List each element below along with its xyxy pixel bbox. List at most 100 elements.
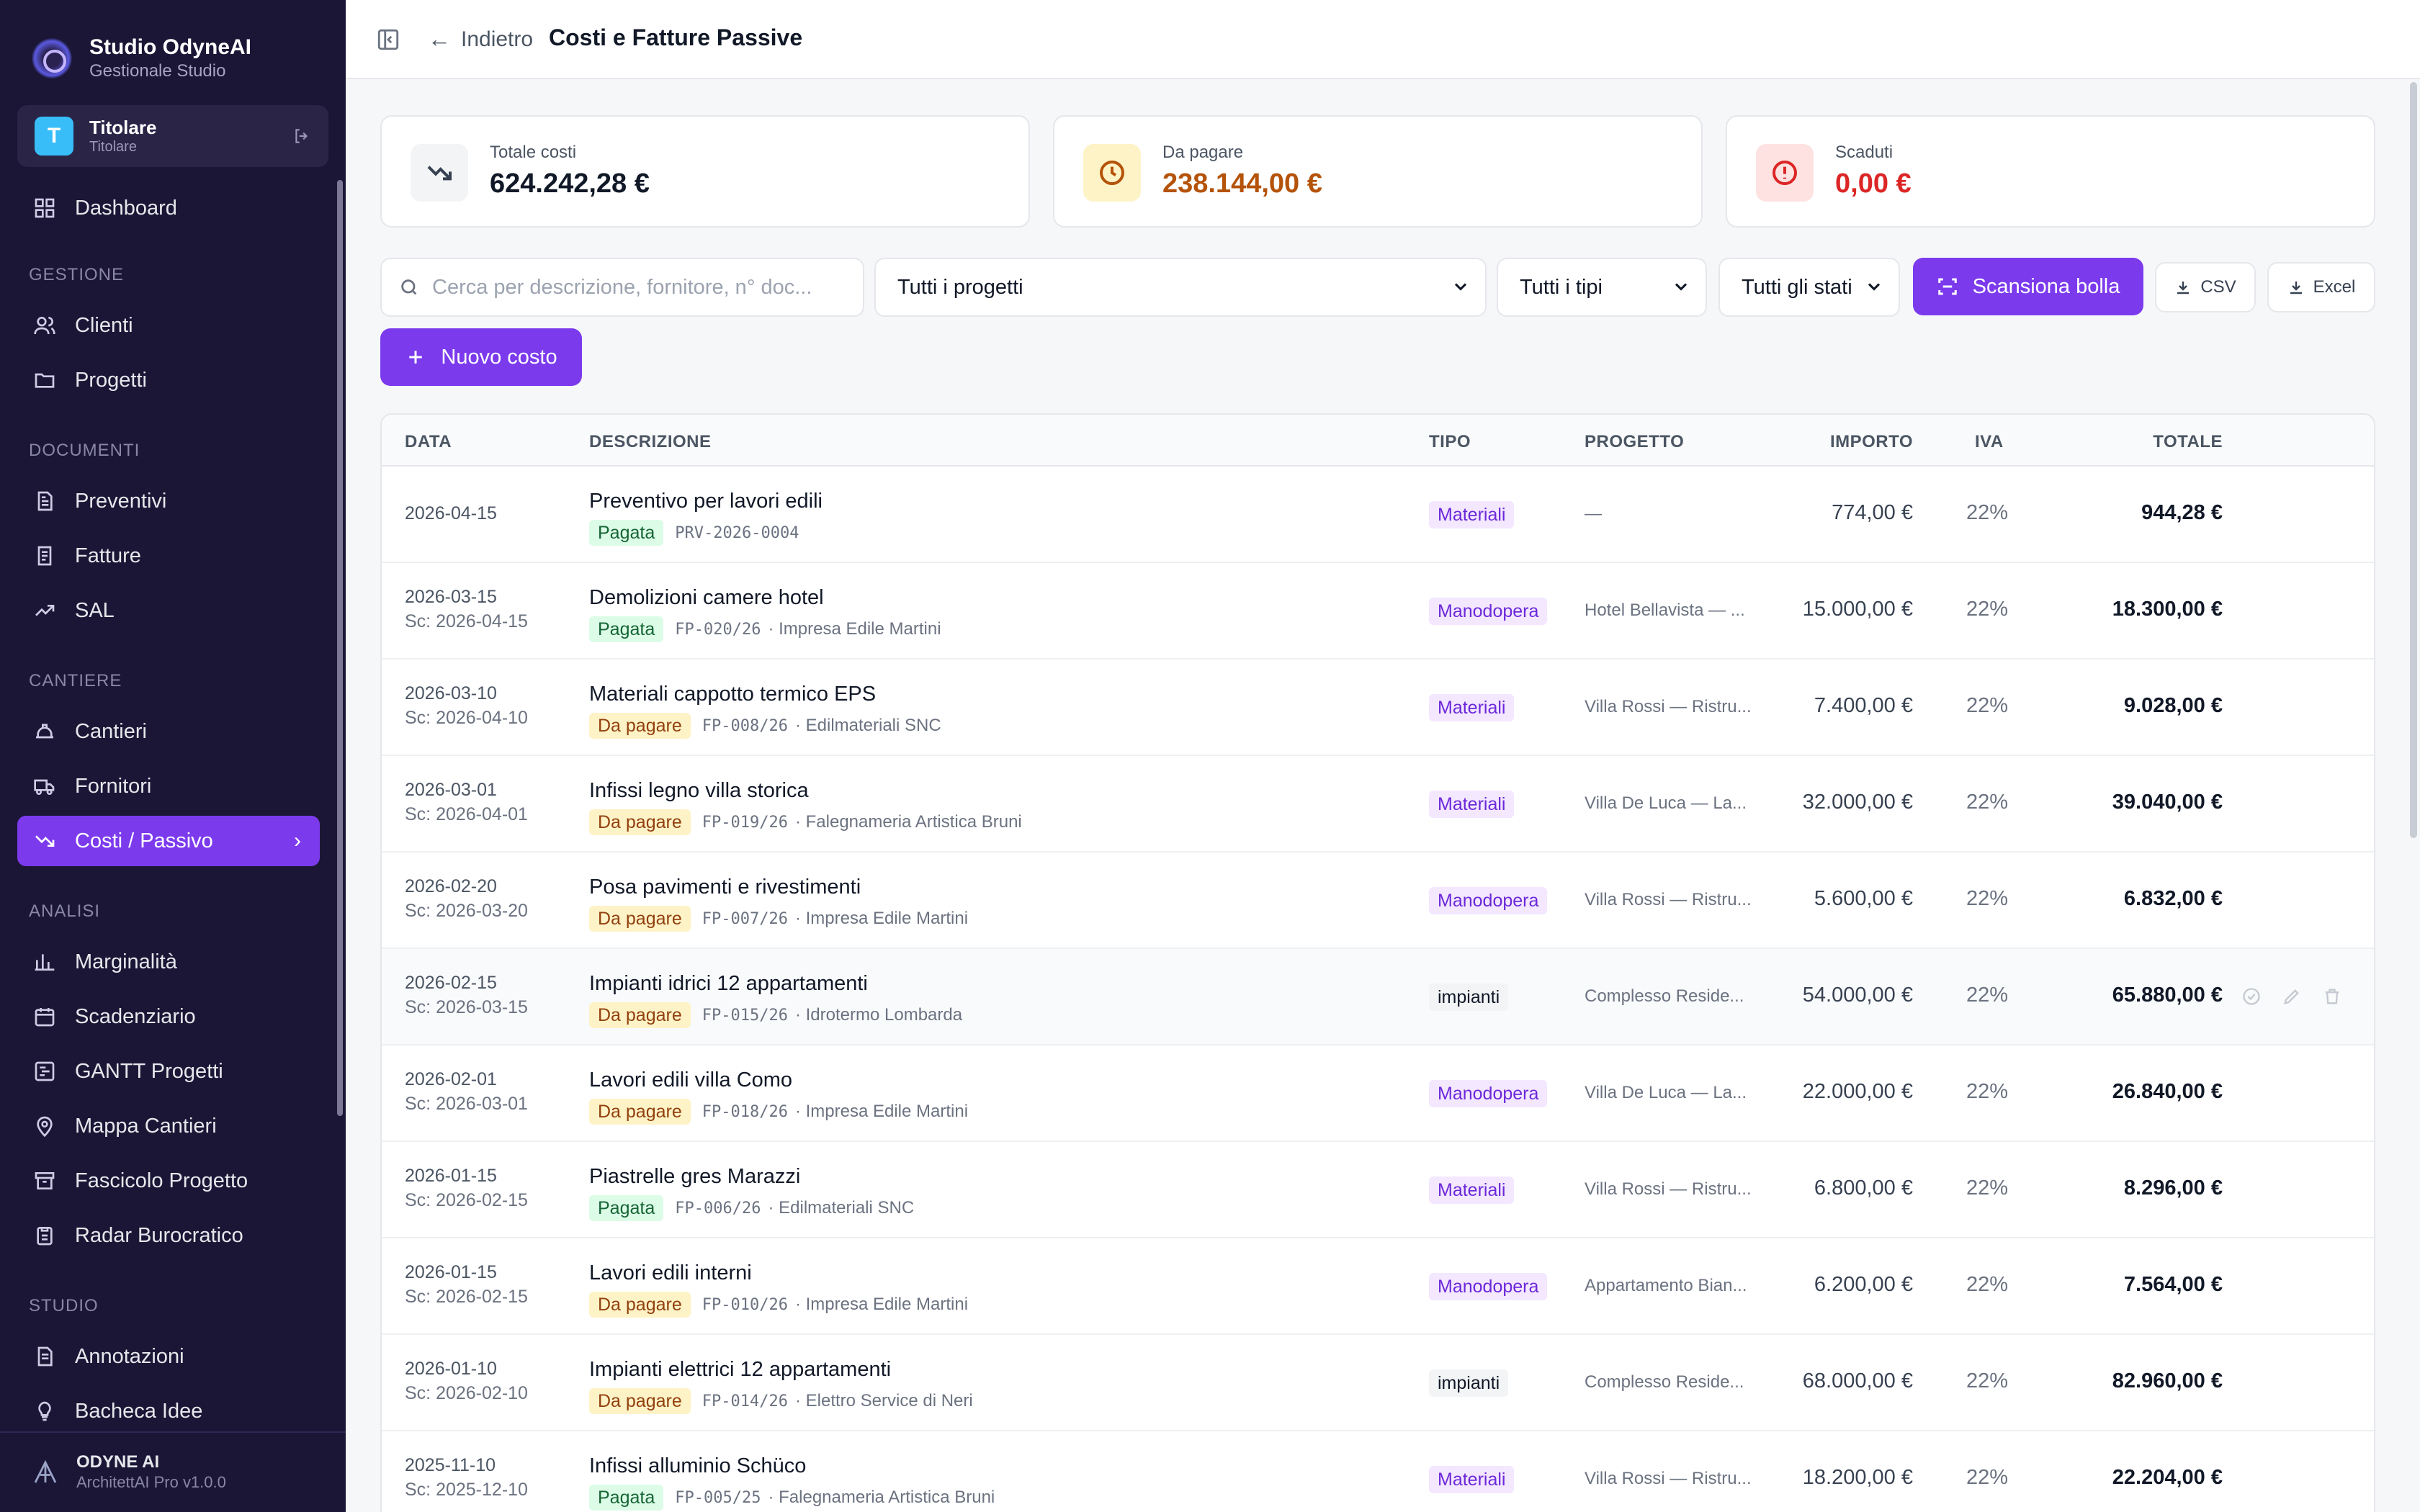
column-header-date[interactable]: DATA [405, 432, 452, 452]
arrow-left-icon: ← [428, 26, 451, 52]
type-filter-select[interactable]: Tutti i tipi [1497, 258, 1707, 317]
search-icon [401, 279, 417, 295]
row-date: 2025-11-10 [405, 1455, 496, 1475]
invoice-icon [37, 546, 52, 566]
stat-totale-costi: Totale costi 624.242,28 € [380, 115, 1030, 228]
row-date-cell: 2026-03-01 Sc: 2026-04-01 [405, 778, 528, 827]
row-title: Materiali cappotto termico EPS [589, 683, 877, 706]
export-excel-button[interactable]: Excel [2267, 262, 2375, 312]
table-row[interactable]: 2026-04-15 Preventivo per lavori edili Pag… [382, 467, 2374, 563]
row-project: Appartamento Bian... [1585, 1276, 1747, 1295]
sidebar-item-gantt[interactable]: GANTT Progetti [17, 1046, 320, 1097]
export-csv-button[interactable]: CSV [2155, 262, 2256, 312]
project-filter-select[interactable]: Tutti i progetti [874, 258, 1487, 317]
panel-toggle-icon[interactable] [376, 27, 400, 52]
type-badge: Materiali [1429, 1176, 1515, 1204]
back-link[interactable]: ← Indietro [428, 26, 533, 53]
user-card[interactable]: T Titolare Titolare [17, 105, 328, 167]
row-supplier: · Elettro Service di Neri [794, 1391, 973, 1410]
new-cost-button[interactable]: Nuovo costo [380, 328, 582, 386]
row-doc-number: FP-007/26 [702, 909, 788, 928]
row-meta: Da pagare FP-010/26 · Impresa Edile Martin… [589, 1292, 968, 1318]
table-row[interactable]: 2026-03-15 Sc: 2026-04-15 Demolizioni came… [382, 563, 2374, 660]
sidebar-item-radar[interactable]: Radar Burocratico [17, 1210, 320, 1261]
select-value: Tutti i progetti [897, 275, 1023, 299]
sidebar-item-costi[interactable]: Costi / Passivo › [17, 816, 320, 866]
document-icon [37, 491, 53, 511]
row-supplier: · Falegnameria Artistica Bruni [794, 812, 1022, 832]
table-row[interactable]: 2026-02-01 Sc: 2026-03-01 Lavori edili vil… [382, 1045, 2374, 1142]
status-badge: Pagata [589, 1195, 664, 1221]
gantt-icon [35, 1061, 55, 1081]
table-row[interactable]: 2026-02-15 Sc: 2026-03-15 Impianti idrici … [382, 949, 2374, 1045]
column-header-type[interactable]: TIPO [1429, 432, 1471, 452]
row-iva: 22% [1966, 1176, 2009, 1200]
sidebar-item-bacheca[interactable]: Bacheca Idee [17, 1386, 320, 1436]
row-amount: 15.000,00 € [1802, 598, 1913, 621]
bar-chart-icon [35, 954, 55, 971]
section-studio: STUDIO [29, 1296, 99, 1315]
table-row[interactable]: 2026-02-20 Sc: 2026-03-20 Posa pavimenti e… [382, 852, 2374, 949]
column-header-amount[interactable]: IMPORTO [1830, 432, 1913, 452]
sidebar-item-label: Preventivi [75, 489, 167, 513]
edit-icon[interactable] [2282, 986, 2302, 1007]
sidebar-scrollbar[interactable] [337, 180, 343, 1116]
sidebar-item-cantieri[interactable]: Cantieri [17, 706, 320, 757]
row-description-cell: Infissi legno villa storica Da pagare FP-0… [589, 778, 1022, 835]
table-row[interactable]: 2025-11-10 Sc: 2025-12-10 Infissi allumini… [382, 1431, 2374, 1512]
sidebar-item-progetti[interactable]: Progetti [17, 355, 320, 405]
costs-table: DATA DESCRIZIONE TIPO PROGETTO IMPORTO I… [380, 413, 2375, 1512]
sidebar-item-annotazioni[interactable]: Annotazioni [17, 1331, 320, 1382]
table-row[interactable]: 2026-03-10 Sc: 2026-04-10 Materiali cappot… [382, 660, 2374, 756]
table-row[interactable]: 2026-01-15 Sc: 2026-02-15 Piastrelle gres … [382, 1142, 2374, 1238]
trash-icon[interactable] [2322, 986, 2342, 1007]
row-project: Complesso Reside... [1585, 1372, 1744, 1392]
row-total: 7.564,00 € [2123, 1273, 2223, 1296]
sidebar-item-dashboard[interactable]: Dashboard [17, 183, 320, 233]
column-header-project[interactable]: PROGETTO [1585, 432, 1684, 452]
table-row[interactable]: 2026-01-15 Sc: 2026-02-15 Lavori edili int… [382, 1238, 2374, 1335]
row-title: Posa pavimenti e rivestimenti [589, 876, 861, 899]
column-header-total[interactable]: TOTALE [2153, 432, 2223, 452]
select-value: Tutti i tipi [1520, 275, 1603, 299]
scan-bolla-button[interactable]: Scansiona bolla [1913, 258, 2143, 315]
type-badge: Materiali [1429, 1466, 1515, 1493]
column-header-iva[interactable]: IVA [1975, 432, 2004, 452]
row-title: Lavori edili villa Como [589, 1068, 793, 1092]
row-supplier: · Impresa Edile Martini [794, 1102, 969, 1121]
trending-down-icon [35, 835, 55, 847]
type-badge: impianti [1429, 1369, 1509, 1397]
sidebar-item-label: Fornitori [75, 774, 152, 798]
row-project: Villa Rossi — Ristru... [1585, 697, 1752, 716]
sidebar-item-fatture[interactable]: Fatture [17, 531, 320, 581]
status-badge: Da pagare [589, 1388, 691, 1414]
search-box[interactable] [380, 258, 864, 317]
row-title: Infissi alluminio Schüco [589, 1454, 807, 1477]
sidebar-item-clienti[interactable]: Clienti [17, 300, 320, 351]
row-description-cell: Impianti elettrici 12 appartamenti Da pag… [589, 1356, 973, 1414]
sidebar-item-mappa[interactable]: Mappa Cantieri [17, 1101, 320, 1151]
column-header-description[interactable]: DESCRIZIONE [589, 432, 712, 452]
alert-circle-icon [1756, 144, 1814, 202]
stat-value: 624.242,28 € [490, 168, 650, 199]
sidebar-item-preventivi[interactable]: Preventivi [17, 476, 320, 526]
row-meta: Da pagare FP-008/26 · Edilmateriali SNC [589, 713, 941, 739]
type-badge: Manodopera [1429, 887, 1548, 914]
sidebar-item-sal[interactable]: SAL [17, 585, 320, 636]
table-row[interactable]: 2026-01-10 Sc: 2026-02-10 Impianti elettri… [382, 1335, 2374, 1431]
row-doc-number: FP-019/26 [702, 813, 788, 832]
sidebar-item-marginalita[interactable]: Marginalità [17, 937, 320, 987]
status-badge: Da pagare [589, 1292, 691, 1318]
logout-icon[interactable] [292, 127, 311, 145]
brand[interactable]: Studio OdyneAI Gestionale Studio [32, 35, 251, 82]
search-input[interactable] [432, 275, 835, 300]
check-circle-icon[interactable] [2241, 986, 2262, 1007]
sidebar-item-fascicolo[interactable]: Fascicolo Progetto [17, 1156, 320, 1206]
sidebar-item-fornitori[interactable]: Fornitori [17, 761, 320, 811]
table-row[interactable]: 2026-03-01 Sc: 2026-04-01 Infissi legno vi… [382, 756, 2374, 852]
main-scrollbar[interactable] [2410, 82, 2417, 838]
sidebar-item-scadenziario[interactable]: Scadenziario [17, 991, 320, 1042]
row-doc-number: FP-006/26 [675, 1199, 761, 1218]
trending-up-icon [35, 605, 55, 616]
status-filter-select[interactable]: Tutti gli stati [1718, 258, 1900, 317]
